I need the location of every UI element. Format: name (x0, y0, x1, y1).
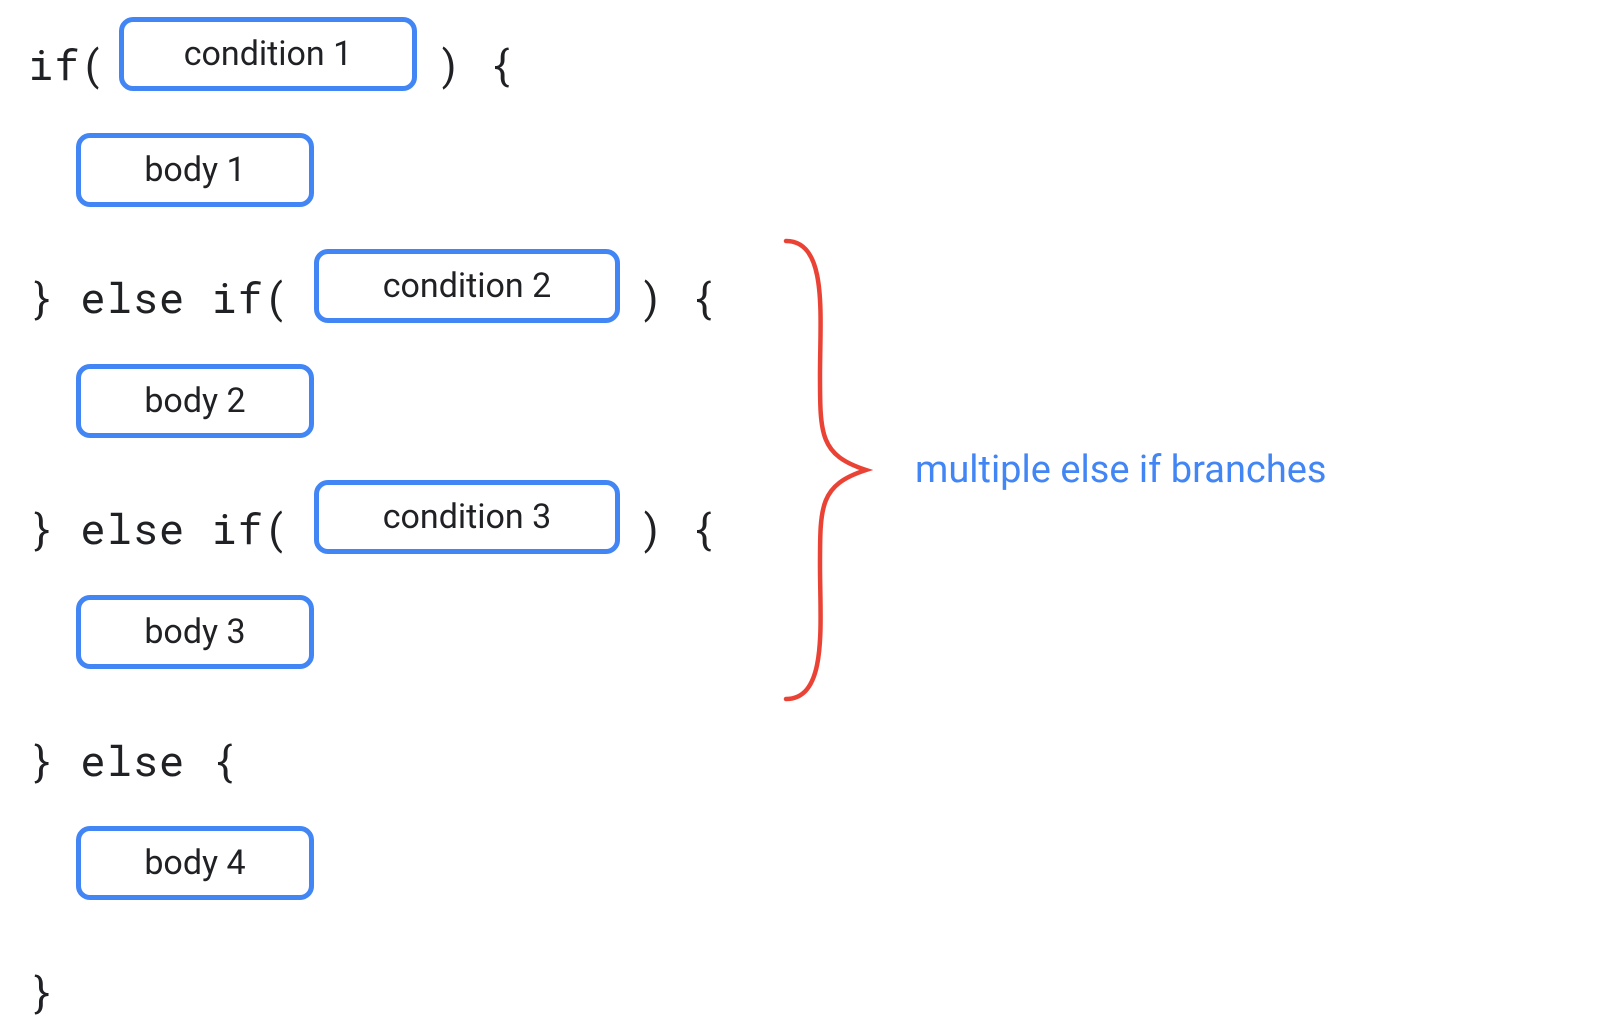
pill-label: condition 2 (383, 266, 552, 306)
code-elseif-open-1: } else if( (28, 270, 290, 325)
pill-condition-1: condition 1 (119, 17, 417, 91)
code-elseif-close-2: ) { (638, 501, 717, 556)
pill-label: body 3 (144, 612, 245, 652)
code-elseif-close-1: ) { (638, 270, 717, 325)
code-if-open: if( (28, 37, 107, 92)
code-close-brace: } (28, 964, 54, 1019)
pill-condition-3: condition 3 (314, 480, 620, 554)
diagram-stage: if( condition 1 ) { body 1 } else if( co… (0, 0, 1600, 1032)
code-else-open: } else { (28, 733, 238, 788)
pill-body-1: body 1 (76, 133, 314, 207)
pill-body-2: body 2 (76, 364, 314, 438)
brace-icon (780, 235, 900, 705)
code-elseif-open-2: } else if( (28, 501, 290, 556)
pill-label: body 2 (144, 381, 245, 421)
pill-label: body 1 (144, 150, 245, 190)
pill-label: condition 1 (184, 34, 353, 74)
pill-condition-2: condition 2 (314, 249, 620, 323)
pill-body-3: body 3 (76, 595, 314, 669)
pill-label: condition 3 (383, 497, 552, 537)
annotation-label: multiple else if branches (915, 448, 1327, 492)
pill-body-4: body 4 (76, 826, 314, 900)
code-if-close: ) { (436, 37, 515, 92)
pill-label: body 4 (144, 843, 245, 883)
